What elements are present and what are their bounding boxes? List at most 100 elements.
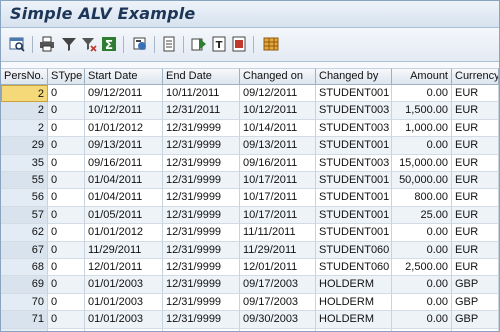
column-header-changed-on[interactable]: Changed on [240, 68, 316, 85]
end-date-cell[interactable]: 12/31/9999 [163, 137, 240, 155]
stype-cell[interactable]: 0 [48, 172, 85, 190]
persno-cell[interactable]: 68 [1, 259, 48, 277]
column-header-currency[interactable]: Currency [452, 68, 499, 85]
changed-on-cell[interactable]: 11/11/2011 [240, 224, 316, 242]
word-processing-icon[interactable]: T [211, 36, 227, 52]
currency-cell[interactable]: EUR [452, 154, 499, 172]
changed-on-cell[interactable]: 10/17/2011 [240, 189, 316, 207]
changed-on-cell[interactable]: 10/14/2011 [240, 119, 316, 138]
changed-by-cell[interactable]: STUDENT001 [316, 206, 392, 225]
export-icon[interactable] [191, 36, 207, 52]
sum-icon[interactable]: Σ [101, 36, 117, 52]
persno-cell[interactable]: 72 [1, 328, 48, 331]
start-date-cell[interactable]: 01/01/2003 [85, 328, 163, 331]
changed-on-cell[interactable]: 09/13/2011 [240, 137, 316, 155]
end-date-cell[interactable]: 12/31/9999 [163, 241, 240, 259]
persno-cell[interactable]: 62 [1, 224, 48, 242]
end-date-cell[interactable]: 12/31/9999 [163, 328, 240, 331]
amount-cell[interactable]: 50,000.00 [392, 172, 452, 190]
end-date-cell[interactable]: 12/31/9999 [163, 189, 240, 207]
currency-cell[interactable]: EUR [452, 102, 499, 120]
stype-cell[interactable]: 0 [48, 102, 85, 120]
changed-on-cell[interactable]: 09/17/2003 [240, 276, 316, 294]
start-date-cell[interactable]: 10/12/2011 [85, 102, 163, 120]
changed-on-cell[interactable]: 09/12/2011 [240, 85, 316, 103]
table-row[interactable]: 2 0 09/12/2011 10/11/2011 09/12/2011 STUDENT0… [1, 85, 499, 103]
changed-by-cell[interactable]: STUDENT001 [316, 224, 392, 242]
persno-cell[interactable]: 69 [1, 276, 48, 294]
end-date-cell[interactable]: 12/31/2011 [163, 102, 240, 120]
amount-cell[interactable]: 0.00 [392, 328, 452, 331]
changed-by-cell[interactable]: STUDENT003 [316, 102, 392, 120]
changed-on-cell[interactable]: 10/12/2011 [240, 102, 316, 120]
layout-icon[interactable] [161, 36, 177, 52]
currency-cell[interactable]: GBP [452, 328, 499, 331]
column-header-end-date[interactable]: End Date [163, 68, 240, 85]
amount-cell[interactable]: 800.00 [392, 189, 452, 207]
changed-by-cell[interactable]: STUDENT001 [316, 85, 392, 103]
currency-cell[interactable]: EUR [452, 119, 499, 138]
persno-cell[interactable]: 35 [1, 154, 48, 172]
changed-on-cell[interactable]: 11/29/2011 [240, 241, 316, 259]
start-date-cell[interactable]: 01/01/2003 [85, 293, 163, 312]
currency-cell[interactable]: EUR [452, 224, 499, 242]
changed-by-cell[interactable]: STUDENT001 [316, 189, 392, 207]
table-row[interactable]: 55 0 01/04/2011 12/31/9999 10/17/2011 STUDENT… [1, 172, 499, 190]
currency-cell[interactable]: EUR [452, 206, 499, 225]
start-date-cell[interactable]: 01/04/2011 [85, 172, 163, 190]
table-row[interactable]: 2 0 10/12/2011 12/31/2011 10/12/2011 STUDENT0… [1, 102, 499, 120]
persno-cell[interactable]: 67 [1, 241, 48, 259]
currency-cell[interactable]: EUR [452, 137, 499, 155]
table-row[interactable]: 29 0 09/13/2011 12/31/9999 09/13/2011 STUDENT… [1, 137, 499, 155]
stype-cell[interactable]: 0 [48, 241, 85, 259]
changed-on-cell[interactable]: 09/16/2011 [240, 154, 316, 172]
changed-by-cell[interactable]: STUDENT001 [316, 172, 392, 190]
stype-cell[interactable]: 0 [48, 293, 85, 312]
start-date-cell[interactable]: 09/16/2011 [85, 154, 163, 172]
end-date-cell[interactable]: 12/31/9999 [163, 119, 240, 138]
end-date-cell[interactable]: 12/31/9999 [163, 206, 240, 225]
table-row[interactable]: 68 0 12/01/2011 12/31/9999 12/01/2011 STUDENT… [1, 259, 499, 277]
persno-cell[interactable]: 2 [1, 102, 48, 120]
amount-cell[interactable]: 0.00 [392, 85, 452, 103]
stype-cell[interactable]: 0 [48, 328, 85, 331]
changed-on-cell[interactable]: 09/30/2003 [240, 328, 316, 331]
changed-on-cell[interactable]: 09/30/2003 [240, 311, 316, 329]
stype-cell[interactable]: 0 [48, 206, 85, 225]
end-date-cell[interactable]: 12/31/9999 [163, 293, 240, 312]
column-header-start-date[interactable]: Start Date [85, 68, 163, 85]
amount-cell[interactable]: 0.00 [392, 224, 452, 242]
changed-by-cell[interactable]: HOLDERM [316, 311, 392, 329]
changed-by-cell[interactable]: STUDENT003 [316, 119, 392, 138]
changed-on-cell[interactable]: 12/01/2011 [240, 259, 316, 277]
currency-cell[interactable]: EUR [452, 172, 499, 190]
start-date-cell[interactable]: 01/05/2011 [85, 206, 163, 225]
column-header-changed-by[interactable]: Changed by [316, 68, 392, 85]
table-row[interactable]: 72001/01/200312/31/999909/30/2003HOLDERM… [1, 328, 499, 331]
currency-cell[interactable]: GBP [452, 311, 499, 329]
persno-cell[interactable]: 57 [1, 206, 48, 225]
filter-delete-icon[interactable] [81, 36, 97, 52]
stype-cell[interactable]: 0 [48, 137, 85, 155]
changed-on-cell[interactable]: 09/17/2003 [240, 293, 316, 312]
changed-by-cell[interactable]: STUDENT001 [316, 137, 392, 155]
currency-cell[interactable]: EUR [452, 85, 499, 103]
currency-cell[interactable]: EUR [452, 241, 499, 259]
start-date-cell[interactable]: 01/01/2003 [85, 276, 163, 294]
end-date-cell[interactable]: 12/31/9999 [163, 224, 240, 242]
column-header-stype[interactable]: SType [48, 68, 85, 85]
amount-cell[interactable]: 0.00 [392, 311, 452, 329]
views-icon[interactable] [132, 36, 148, 52]
amount-cell[interactable]: 0.00 [392, 137, 452, 155]
table-row[interactable]: 62 0 01/01/2012 12/31/9999 11/11/2011 STUDENT… [1, 224, 499, 242]
stype-cell[interactable]: 0 [48, 311, 85, 329]
stype-cell[interactable]: 0 [48, 276, 85, 294]
stype-cell[interactable]: 0 [48, 119, 85, 138]
table-row[interactable]: 35 0 09/16/2011 12/31/9999 09/16/2011 STUDENT… [1, 154, 499, 172]
amount-cell[interactable]: 1,000.00 [392, 119, 452, 138]
amount-cell[interactable]: 0.00 [392, 241, 452, 259]
start-date-cell[interactable]: 09/12/2011 [85, 85, 163, 103]
start-date-cell[interactable]: 12/01/2011 [85, 259, 163, 277]
filter-icon[interactable] [61, 36, 77, 52]
persno-cell[interactable]: 29 [1, 137, 48, 155]
